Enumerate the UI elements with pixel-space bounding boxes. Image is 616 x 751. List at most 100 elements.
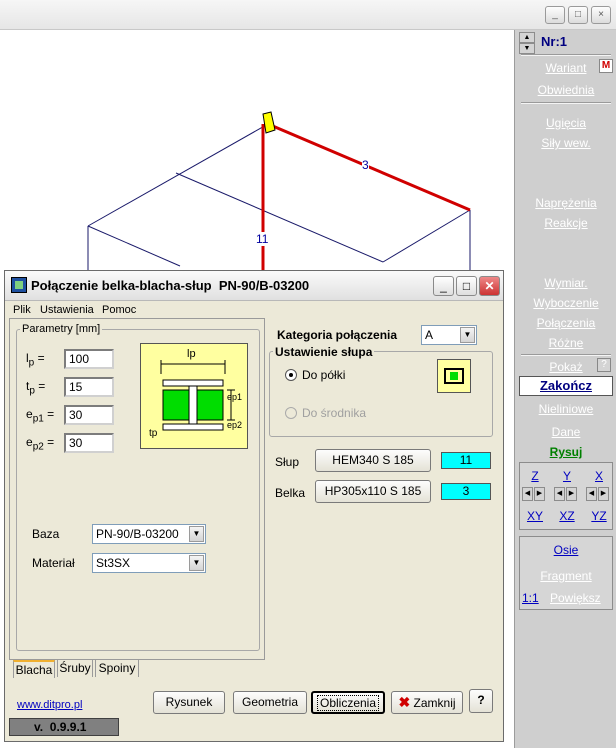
link-dane[interactable]: Dane (515, 425, 616, 439)
material-label: Materiał (32, 556, 75, 570)
obliczenia-button[interactable]: Obliczenia (311, 691, 385, 714)
divider (521, 54, 611, 56)
radio-srodnika[interactable] (285, 407, 297, 419)
kategoria-label: Kategoria połączenia (277, 328, 398, 342)
spin-down-icon[interactable]: ▼ (519, 43, 535, 54)
param-ep2-input[interactable]: 30 (64, 433, 114, 453)
dialog-close-button[interactable]: ✕ (479, 276, 500, 296)
zakoncz-button[interactable]: Zakończ (519, 376, 613, 396)
figure-ep1-label: ep1 (227, 392, 243, 402)
belka-number: 3 (441, 483, 491, 500)
link-ugiecia[interactable]: Ugięcia (515, 116, 616, 130)
view-xz-button[interactable]: XZ (554, 507, 580, 525)
link-wyboczenie[interactable]: Wyboczenie (515, 296, 616, 310)
spin-up-icon[interactable]: ▲ (519, 32, 535, 43)
rysunek-button[interactable]: Rysunek (153, 691, 225, 714)
slup-button[interactable]: HEM340 S 185 (315, 449, 431, 472)
kategoria-select[interactable]: A ▼ (421, 325, 477, 345)
menu-plik[interactable]: Plik (13, 304, 31, 316)
link-rozne[interactable]: Różne (515, 336, 616, 350)
close-button[interactable]: × (591, 6, 611, 24)
rotate-left-icon[interactable]: ◀ (522, 487, 533, 501)
menu-pomoc[interactable]: Pomoc (102, 304, 136, 316)
view-z-button[interactable]: Z (522, 467, 548, 485)
tab-spoiny[interactable]: Spoiny (95, 659, 139, 677)
minimize-button[interactable]: _ (545, 6, 565, 24)
view-yz-button[interactable]: YZ (586, 507, 612, 525)
divider (521, 354, 611, 356)
param-tp-label: tp = (26, 379, 46, 397)
figure-tp-label: tp (149, 428, 158, 439)
link-obwiednia[interactable]: Obwiednia (515, 83, 616, 97)
chevron-down-icon: ▼ (189, 555, 204, 571)
m-badge[interactable]: M (599, 59, 613, 73)
view-axes-box: Z Y X ◀ ▶ ◀ ▶ ◀ ▶ XY XZ YZ (519, 462, 613, 530)
view-y-button[interactable]: Y (554, 467, 580, 485)
chevron-down-icon: ▼ (460, 327, 475, 343)
zamknij-button[interactable]: ✖ Zamknij (391, 691, 463, 714)
radio-polki[interactable] (285, 369, 297, 381)
beam-label: 3 (362, 158, 369, 172)
tab-blacha[interactable]: Blacha (13, 660, 55, 678)
zoom-box: Osie Fragment 1:1 Powiększ (519, 536, 613, 610)
radio-srodnika-label: Do środnika (302, 406, 367, 420)
params-group-label: Parametry [mm] (20, 323, 103, 335)
dialog-maximize-button[interactable]: □ (456, 276, 477, 296)
dialog-title: Połączenie belka-blacha-słup PN-90/B-032… (31, 278, 310, 293)
connection-dialog: Połączenie belka-blacha-słup PN-90/B-032… (4, 270, 504, 742)
rotate-left-icon[interactable]: ◀ (586, 487, 597, 501)
belka-label: Belka (275, 486, 306, 500)
radio-polki-label: Do półki (302, 368, 346, 382)
beam-member (267, 122, 471, 212)
connection-node-icon (262, 111, 276, 134)
outer-title-bar: _ □ × (0, 0, 616, 30)
link-powieksz[interactable]: Powiększ (550, 591, 601, 605)
plate-figure: lp ep1 ep2 tp (140, 343, 248, 449)
link-reakcje[interactable]: Reakcje (515, 216, 616, 230)
material-select[interactable]: St3SX ▼ (92, 553, 206, 573)
rotate-right-icon[interactable]: ▶ (534, 487, 545, 501)
right-panel: ▲ ▼ Nr:1 Wariant M Obwiednia Ugięcia Sił… (514, 30, 616, 748)
figure-lp-label: lp (187, 348, 196, 360)
nr-spinner[interactable]: ▲ ▼ (519, 32, 537, 54)
link-wymiar[interactable]: Wymiar. (515, 276, 616, 290)
geometria-button[interactable]: Geometria (233, 691, 307, 714)
tab-sruby[interactable]: Śruby (57, 659, 93, 677)
dialog-minimize-button[interactable]: _ (433, 276, 454, 296)
baza-select[interactable]: PN-90/B-03200 ▼ (92, 524, 206, 544)
dialog-title-bar[interactable]: Połączenie belka-blacha-słup PN-90/B-032… (5, 271, 503, 301)
link-polaczenia[interactable]: Połączenia (515, 316, 616, 330)
menu-ustawienia[interactable]: Ustawienia (40, 304, 94, 316)
close-x-icon: ✖ (398, 694, 411, 710)
column-label: 11 (256, 232, 269, 246)
rotate-right-icon[interactable]: ▶ (566, 487, 577, 501)
param-ep2-label: ep2 = (26, 435, 55, 453)
app-icon (11, 277, 27, 293)
tab-panel-blacha: Parametry [mm] lp = 100 tp = 15 ep1 = 30… (9, 318, 265, 660)
website-link[interactable]: www.ditpro.pl (17, 699, 82, 711)
link-fragment[interactable]: Fragment (520, 569, 612, 583)
figure-ep2-label: ep2 (227, 420, 243, 430)
link-ratio[interactable]: 1:1 (522, 591, 539, 605)
param-lp-input[interactable]: 100 (64, 349, 114, 369)
view-xy-button[interactable]: XY (522, 507, 548, 525)
link-sily-wew[interactable]: Siły wew. (515, 136, 616, 150)
help-icon[interactable]: ? (597, 358, 611, 372)
rotate-left-icon[interactable]: ◀ (554, 487, 565, 501)
link-nieliniowe[interactable]: Nieliniowe (515, 402, 616, 416)
maximize-button[interactable]: □ (568, 6, 588, 24)
view-x-button[interactable]: X (586, 467, 612, 485)
belka-button[interactable]: HP305x110 S 185 (315, 480, 431, 503)
param-lp-label: lp = (26, 351, 45, 369)
link-naprezenia[interactable]: Naprężenia (515, 196, 616, 210)
help-button[interactable]: ? (469, 689, 493, 713)
rotate-right-icon[interactable]: ▶ (598, 487, 609, 501)
ustawienie-label: Ustawienie słupa (273, 345, 375, 359)
nr-label: Nr:1 (541, 34, 568, 49)
param-tp-input[interactable]: 15 (64, 377, 114, 397)
baza-label: Baza (32, 527, 60, 541)
chevron-down-icon: ▼ (189, 526, 204, 542)
link-osie[interactable]: Osie (520, 543, 612, 557)
param-ep1-input[interactable]: 30 (64, 405, 114, 425)
link-rysuj[interactable]: Rysuj (515, 445, 616, 459)
